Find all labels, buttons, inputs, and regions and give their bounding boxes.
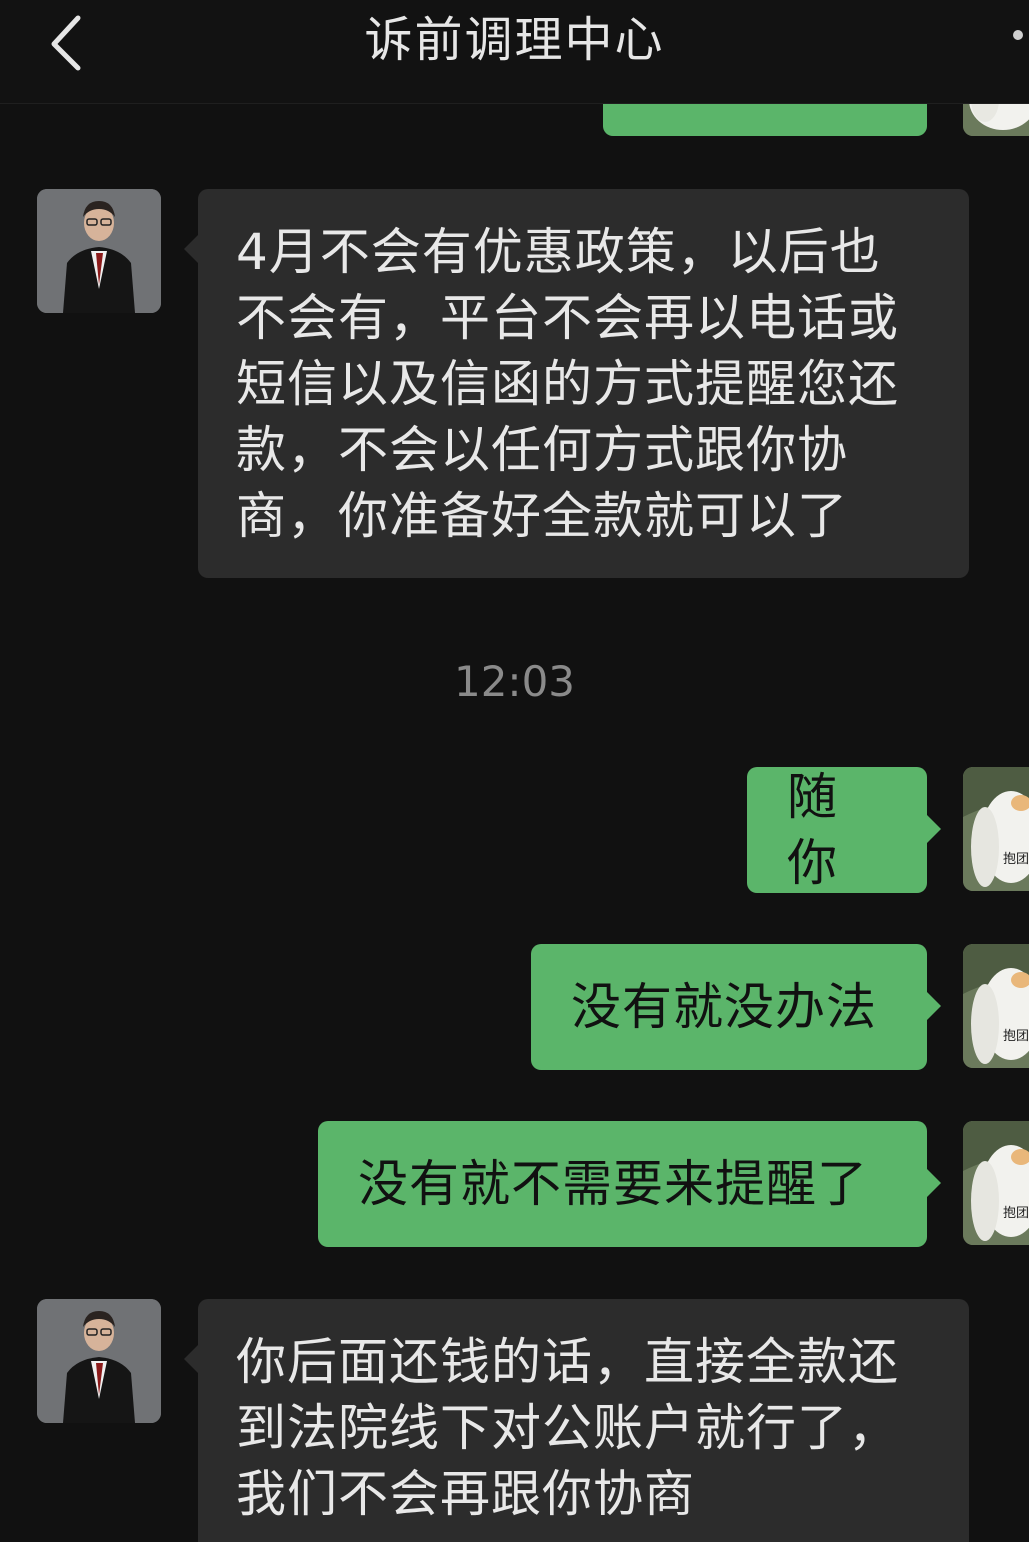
chat-header: 诉前调理中心: [0, 0, 1029, 104]
lawyer-avatar[interactable]: [37, 189, 161, 313]
message-line: 不会有，平台不会再以电话或: [236, 289, 899, 347]
message-timestamp: 12:03: [453, 657, 576, 706]
self-avatar[interactable]: 抱团: [963, 1121, 1029, 1245]
avatar-label: 抱团: [1003, 1205, 1029, 1221]
message-line: 你后面还钱的话，直接全款还: [236, 1333, 899, 1391]
self-message-3[interactable]: 没有就不需要来提醒了: [318, 1121, 941, 1247]
message-line: 短信以及信函的方式提醒您还: [236, 355, 899, 413]
lawyer-message-2[interactable]: 你后面还钱的话，直接全款还 到法院线下对公账户就行了， 我们不会再跟你协商: [184, 1299, 969, 1542]
self-avatar[interactable]: 抱团: [963, 944, 1029, 1068]
lawyer-portrait-icon: [37, 189, 161, 313]
lawyer-message-1[interactable]: 4月不会有优惠政策，以后也 不会有，平台不会再以电话或 短信以及信函的方式提醒您…: [184, 189, 969, 578]
chat-title: 诉前调理中心: [364, 12, 665, 68]
message-text: 没有就不需要来提醒了: [358, 1155, 868, 1213]
self-message-2[interactable]: 没有就没办法: [531, 944, 941, 1070]
message-text: 没有就没办法: [571, 978, 877, 1036]
duck-avatar-icon: 抱团: [963, 767, 1029, 891]
more-dots-icon[interactable]: [1013, 30, 1023, 40]
avatar-label: 抱团: [1003, 851, 1029, 867]
message-line: 款，不会以任何方式跟你协: [236, 421, 848, 479]
message-text: 随你: [787, 768, 838, 892]
lawyer-portrait-icon: [37, 1299, 161, 1423]
duck-avatar-icon: 抱团: [963, 1121, 1029, 1245]
message-line: 我们不会再跟你协商: [236, 1465, 695, 1523]
message-line: 到法院线下对公账户就行了，: [236, 1399, 899, 1457]
lawyer-avatar[interactable]: [37, 1299, 161, 1423]
duck-avatar-icon: 抱团: [963, 944, 1029, 1068]
chat-screen: 诉前调理中心 4月不会有优惠政策，以后也 不会有，平台不会再以电话或 短信以及信…: [0, 0, 1029, 1542]
avatar-label: 抱团: [1003, 1028, 1029, 1044]
message-line: 商，你准备好全款就可以了: [236, 487, 848, 545]
self-avatar[interactable]: 抱团: [963, 767, 1029, 891]
message-line: 4月不会有优惠政策，以后也: [236, 223, 881, 281]
self-message-1[interactable]: 随你: [747, 767, 941, 893]
